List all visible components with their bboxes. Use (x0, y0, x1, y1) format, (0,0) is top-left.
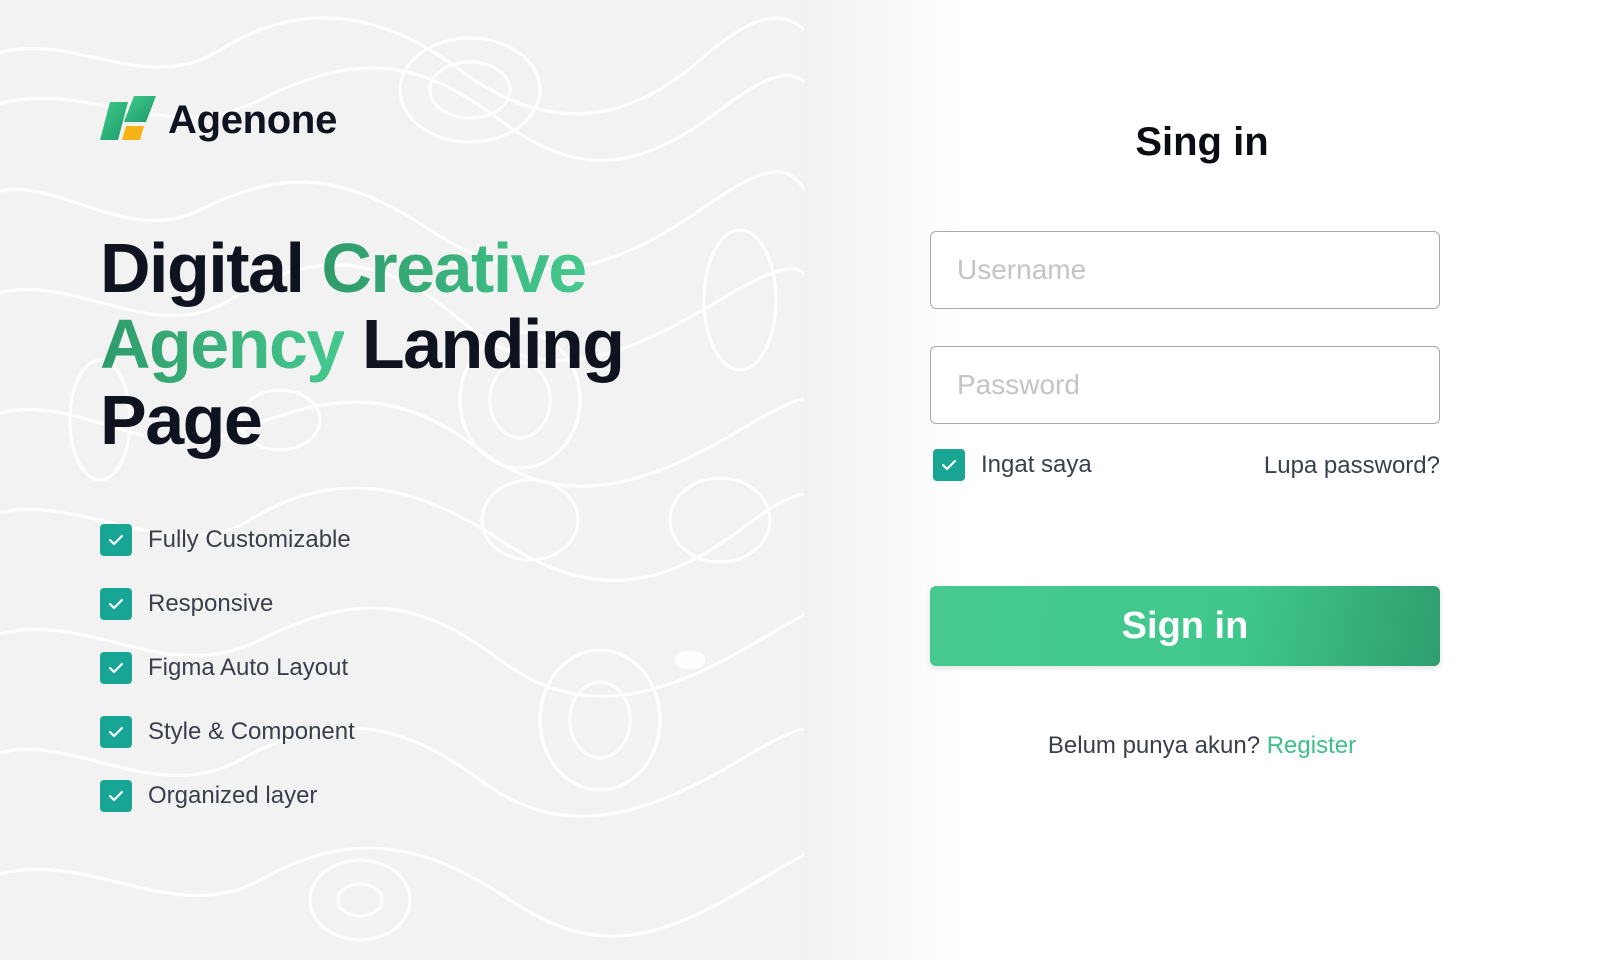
check-icon (100, 652, 132, 684)
feature-item: Style & Component (100, 716, 355, 748)
forgot-password-link[interactable]: Lupa password? (1264, 452, 1440, 480)
check-icon (100, 780, 132, 812)
hero-word: Digital (100, 229, 305, 307)
feature-item: Responsive (100, 588, 355, 620)
feature-label: Style & Component (148, 718, 355, 745)
feature-label: Fully Customizable (148, 526, 351, 553)
feature-label: Figma Auto Layout (148, 654, 349, 681)
register-prompt-text: Belum punya akun? (1047, 732, 1261, 759)
hero-headline: Digital Creative Agency Landing Page (100, 230, 740, 458)
register-link[interactable]: Register (1267, 732, 1356, 759)
sign-in-page: Agenone Digital Creative Agency Landing … (0, 0, 1600, 960)
register-prompt: Belum punya akun? Register (804, 732, 1600, 760)
password-input[interactable] (930, 346, 1440, 424)
feature-label: Organized layer (148, 782, 318, 809)
agenone-logo-icon (100, 96, 156, 140)
feature-item: Figma Auto Layout (100, 652, 355, 684)
feature-item: Organized layer (100, 780, 355, 812)
remember-me-label: Ingat saya (981, 451, 1092, 478)
sign-in-title: Sing in (1135, 120, 1269, 164)
sign-in-panel: Sing in Ingat saya Lupa password? Sign i… (804, 0, 1600, 960)
brand: Agenone (100, 96, 337, 144)
hero-word: Landing (361, 305, 625, 383)
username-input[interactable] (930, 231, 1440, 309)
feature-item: Fully Customizable (100, 524, 355, 556)
brand-name: Agenone (168, 97, 338, 142)
hero-accent-word: Creative (321, 229, 587, 307)
sign-in-button[interactable]: Sign in (930, 586, 1440, 666)
feature-list: Fully Customizable Responsive Figma Auto… (100, 524, 355, 844)
remember-me-checkbox[interactable]: Ingat saya (933, 449, 1092, 481)
feature-label: Responsive (148, 590, 274, 617)
hero-word: Page (100, 381, 263, 459)
check-icon (100, 524, 132, 556)
check-icon (100, 588, 132, 620)
hero-accent-word: Agency (100, 305, 345, 383)
brand-panel: Agenone Digital Creative Agency Landing … (0, 0, 804, 960)
check-icon (100, 716, 132, 748)
checkbox-checked-icon[interactable] (933, 449, 965, 481)
